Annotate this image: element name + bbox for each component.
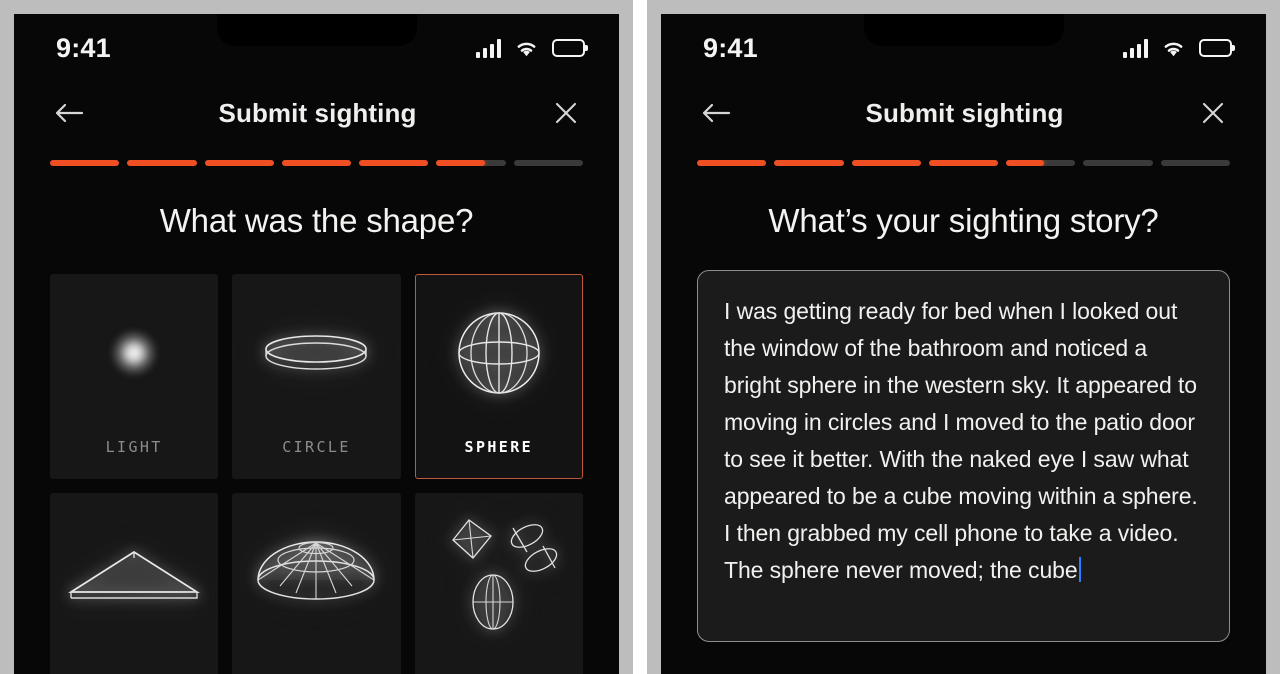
shape-card-triangle[interactable] [50,493,219,674]
wireframe-sphere-icon [416,275,582,430]
sighting-story-textarea[interactable]: I was getting ready for bed when I looke… [697,270,1230,642]
signal-icon [475,38,501,58]
shape-card-label: SPHERE [464,438,534,456]
battery-icon [552,39,585,57]
wifi-icon [1164,42,1183,56]
phone-frame-left: 9:41 Submit sighting What was the shape?… [0,0,633,674]
close-icon [555,102,577,124]
question-heading: What was the shape? [159,202,474,239]
battery-icon [1199,39,1232,57]
back-button[interactable] [695,92,737,134]
progress-segment [851,160,921,166]
page-title: Submit sighting [865,97,1064,128]
close-button[interactable] [545,92,587,134]
progress-bar-right [661,144,1266,166]
disc-ellipse-icon [233,275,399,430]
progress-segment [774,160,844,166]
status-icons [475,38,585,58]
shape-card-other[interactable] [414,493,583,674]
progress-bar-left [14,144,619,166]
status-bar: 9:41 [14,14,619,82]
progress-segment [697,160,767,166]
signal-icon [1122,38,1148,58]
status-bar: 9:41 [661,14,1266,82]
status-icons [1122,38,1232,58]
status-time: 9:41 [703,32,758,63]
shape-card-dome[interactable] [232,493,401,674]
arrow-left-icon [55,103,84,123]
progress-segment [281,160,352,166]
progress-segment [436,160,506,166]
status-time: 9:41 [56,32,111,63]
triangle-pyramid-icon [51,494,217,649]
nav-bar: Submit sighting [14,82,619,144]
shape-card-label: CIRCLE [282,438,351,456]
arrow-left-icon [702,103,731,123]
shape-option-grid: LIGHT CIRCLE SPHERE [14,240,619,674]
nav-bar: Submit sighting [661,82,1266,144]
page-title: Submit sighting [218,97,417,128]
phone-screen-story-step: 9:41 Submit sighting What’s your sightin… [661,14,1266,674]
shape-card-light[interactable]: LIGHT [50,274,219,479]
progress-segment [359,160,429,166]
progress-segment [928,160,999,166]
back-button[interactable] [48,92,90,134]
wifi-icon [517,42,536,56]
progress-segment [50,160,120,166]
question-heading: What’s your sighting story? [768,202,1159,239]
progress-segment [127,160,197,166]
progress-segment [204,160,274,166]
text-caret [1078,557,1082,582]
close-button[interactable] [1192,92,1234,134]
phone-frame-right: 9:41 Submit sighting What’s your sightin… [647,0,1280,674]
screenshot-stage: 9:41 Submit sighting What was the shape?… [0,0,1280,674]
progress-segment [1083,160,1153,166]
wireframe-dome-icon [233,494,399,649]
phone-screen-shape-step: 9:41 Submit sighting What was the shape?… [14,14,619,674]
sighting-story-value: I was getting ready for bed when I looke… [724,298,1205,583]
progress-segment [1160,160,1230,166]
shape-card-sphere[interactable]: SPHERE [414,274,583,479]
progress-segment [513,160,583,166]
progress-segment [1006,160,1076,166]
shape-card-label: LIGHT [105,438,163,456]
close-icon [1202,102,1224,124]
other-shapes-icon [416,494,582,649]
shape-card-circle[interactable]: CIRCLE [232,274,401,479]
light-blob-icon [51,275,217,430]
